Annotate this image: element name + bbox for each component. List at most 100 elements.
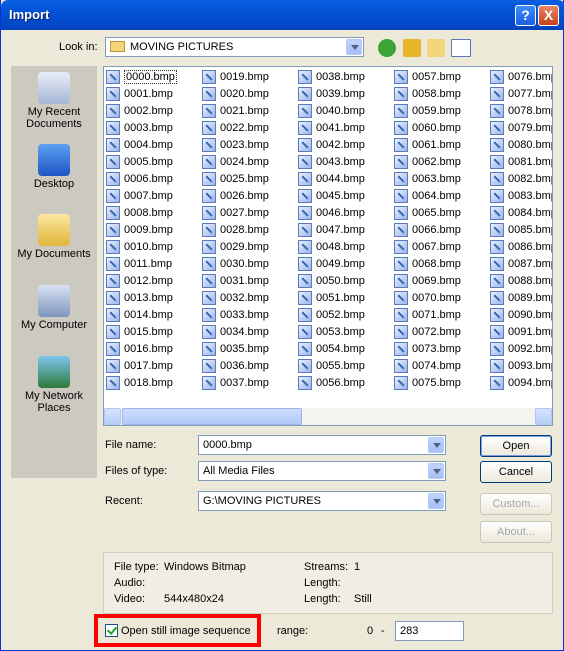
file-item[interactable]: 0043.bmp: [298, 154, 394, 171]
file-item[interactable]: 0087.bmp: [490, 256, 552, 273]
place-network-places[interactable]: My Network Places: [11, 356, 97, 414]
about-button[interactable]: About...: [480, 521, 552, 543]
file-item[interactable]: 0039.bmp: [298, 86, 394, 103]
file-item[interactable]: 0022.bmp: [202, 120, 298, 137]
file-item[interactable]: 0027.bmp: [202, 205, 298, 222]
file-item[interactable]: 0075.bmp: [394, 375, 490, 392]
file-item[interactable]: 0004.bmp: [106, 137, 202, 154]
file-item[interactable]: 0042.bmp: [298, 137, 394, 154]
file-item[interactable]: 0034.bmp: [202, 324, 298, 341]
open-button[interactable]: Open: [480, 435, 552, 457]
back-icon[interactable]: [378, 39, 396, 57]
file-item[interactable]: 0005.bmp: [106, 154, 202, 171]
chevron-down-icon[interactable]: [428, 463, 444, 479]
file-item[interactable]: 0001.bmp: [106, 86, 202, 103]
file-item[interactable]: 0036.bmp: [202, 358, 298, 375]
file-item[interactable]: 0060.bmp: [394, 120, 490, 137]
file-item[interactable]: 0026.bmp: [202, 188, 298, 205]
file-item[interactable]: 0050.bmp: [298, 273, 394, 290]
file-item[interactable]: 0084.bmp: [490, 205, 552, 222]
file-item[interactable]: 0003.bmp: [106, 120, 202, 137]
file-item[interactable]: 0091.bmp: [490, 324, 552, 341]
file-item[interactable]: 0053.bmp: [298, 324, 394, 341]
files-of-type-dropdown[interactable]: All Media Files: [198, 461, 446, 481]
file-item[interactable]: 0088.bmp: [490, 273, 552, 290]
file-item[interactable]: 0065.bmp: [394, 205, 490, 222]
file-item[interactable]: 0085.bmp: [490, 222, 552, 239]
file-item[interactable]: 0048.bmp: [298, 239, 394, 256]
file-item[interactable]: 0029.bmp: [202, 239, 298, 256]
file-item[interactable]: 0007.bmp: [106, 188, 202, 205]
file-item[interactable]: 0009.bmp: [106, 222, 202, 239]
file-item[interactable]: 0010.bmp: [106, 239, 202, 256]
place-desktop[interactable]: Desktop: [11, 144, 97, 190]
file-item[interactable]: 0076.bmp: [490, 69, 552, 86]
file-item[interactable]: 0019.bmp: [202, 69, 298, 86]
file-item[interactable]: 0041.bmp: [298, 120, 394, 137]
file-item[interactable]: 0056.bmp: [298, 375, 394, 392]
file-item[interactable]: 0077.bmp: [490, 86, 552, 103]
file-item[interactable]: 0059.bmp: [394, 103, 490, 120]
place-recent-documents[interactable]: My Recent Documents: [11, 72, 97, 130]
file-item[interactable]: 0002.bmp: [106, 103, 202, 120]
file-item[interactable]: 0028.bmp: [202, 222, 298, 239]
file-item[interactable]: 0023.bmp: [202, 137, 298, 154]
file-item[interactable]: 0016.bmp: [106, 341, 202, 358]
file-item[interactable]: 0094.bmp: [490, 375, 552, 392]
file-item[interactable]: 0018.bmp: [106, 375, 202, 392]
view-menu-icon[interactable]: [451, 39, 471, 57]
file-item[interactable]: 0030.bmp: [202, 256, 298, 273]
file-item[interactable]: 0062.bmp: [394, 154, 490, 171]
close-button[interactable]: X: [538, 5, 559, 26]
file-item[interactable]: 0092.bmp: [490, 341, 552, 358]
file-item[interactable]: 0073.bmp: [394, 341, 490, 358]
file-item[interactable]: 0067.bmp: [394, 239, 490, 256]
file-item[interactable]: 0083.bmp: [490, 188, 552, 205]
scrollbar-thumb[interactable]: [122, 408, 302, 425]
file-item[interactable]: 0054.bmp: [298, 341, 394, 358]
file-item[interactable]: 0035.bmp: [202, 341, 298, 358]
title-bar[interactable]: Import ? X: [1, 0, 564, 30]
file-item[interactable]: 0049.bmp: [298, 256, 394, 273]
horizontal-scrollbar[interactable]: [104, 408, 552, 425]
file-item[interactable]: 0017.bmp: [106, 358, 202, 375]
recent-dropdown[interactable]: G:\MOVING PICTURES: [198, 491, 446, 511]
file-item[interactable]: 0015.bmp: [106, 324, 202, 341]
look-in-dropdown[interactable]: MOVING PICTURES: [105, 37, 364, 57]
scroll-left-button[interactable]: [104, 408, 121, 425]
file-item[interactable]: 0090.bmp: [490, 307, 552, 324]
chevron-down-icon[interactable]: [428, 493, 444, 509]
file-item[interactable]: 0079.bmp: [490, 120, 552, 137]
file-item[interactable]: 0032.bmp: [202, 290, 298, 307]
new-folder-icon[interactable]: [427, 39, 445, 57]
file-item[interactable]: 0047.bmp: [298, 222, 394, 239]
file-item[interactable]: 0006.bmp: [106, 171, 202, 188]
file-item[interactable]: 0033.bmp: [202, 307, 298, 324]
file-item[interactable]: 0057.bmp: [394, 69, 490, 86]
file-item[interactable]: 0045.bmp: [298, 188, 394, 205]
file-item[interactable]: 0024.bmp: [202, 154, 298, 171]
file-item[interactable]: 0011.bmp: [106, 256, 202, 273]
file-item[interactable]: 0066.bmp: [394, 222, 490, 239]
file-item[interactable]: 0038.bmp: [298, 69, 394, 86]
range-to-input[interactable]: 283: [395, 621, 464, 641]
file-item[interactable]: 0051.bmp: [298, 290, 394, 307]
cancel-button[interactable]: Cancel: [480, 461, 552, 483]
file-item[interactable]: 0040.bmp: [298, 103, 394, 120]
file-item[interactable]: 0046.bmp: [298, 205, 394, 222]
file-item[interactable]: 0020.bmp: [202, 86, 298, 103]
file-item[interactable]: 0070.bmp: [394, 290, 490, 307]
help-button[interactable]: ?: [515, 5, 536, 26]
file-item[interactable]: 0093.bmp: [490, 358, 552, 375]
file-item[interactable]: 0013.bmp: [106, 290, 202, 307]
scroll-right-button[interactable]: [535, 408, 552, 425]
file-item[interactable]: 0072.bmp: [394, 324, 490, 341]
file-list[interactable]: 0000.bmp 0001.bmp 0002.bmp 0003.bmp 0004.bmp…: [103, 66, 553, 426]
file-name-input[interactable]: 0000.bmp: [198, 435, 446, 455]
file-item[interactable]: 0008.bmp: [106, 205, 202, 222]
file-item[interactable]: 0080.bmp: [490, 137, 552, 154]
file-item[interactable]: 0012.bmp: [106, 273, 202, 290]
file-item[interactable]: 0025.bmp: [202, 171, 298, 188]
file-item[interactable]: 0061.bmp: [394, 137, 490, 154]
file-item[interactable]: 0052.bmp: [298, 307, 394, 324]
